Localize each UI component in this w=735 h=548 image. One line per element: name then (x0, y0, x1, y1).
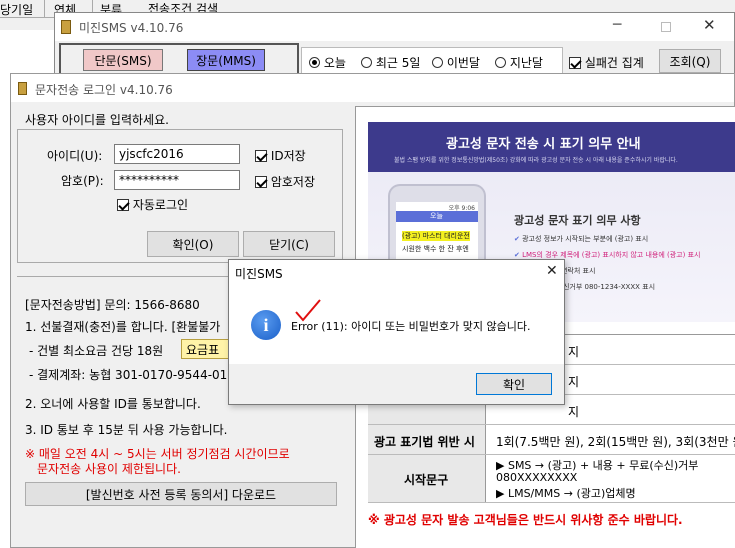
save-id-box (255, 150, 267, 162)
fee-table-button[interactable]: 요금표 (181, 339, 231, 359)
auto-login-box (117, 199, 129, 211)
phone-msg-2: 시원한 백수 한 잔 후엔 (402, 245, 469, 253)
dialog-message: Error (11): 아이디 또는 비밀번호가 맞지 않습니다. (291, 320, 531, 333)
fail-check-box (569, 57, 581, 69)
radio-this-month-label: 이번달 (446, 56, 480, 70)
start-line-2: 080XXXXXXXX (496, 471, 578, 484)
fee-line: - 건별 최소요금 건당 18원 (29, 344, 164, 358)
radio-today[interactable]: 오늘 (309, 54, 346, 71)
start-label: 시작문구 (404, 473, 449, 487)
bullet-1-text: 광고성 정보가 시작되는 부분에 (광고) 표시 (522, 235, 649, 243)
radio-this-month[interactable]: 이번달 (432, 54, 480, 71)
auto-login-label: 자동로그인 (132, 198, 189, 212)
auto-login-check[interactable]: 자동로그인 (117, 196, 188, 213)
id-input[interactable]: yjscfc2016 (114, 144, 240, 164)
maximize-icon[interactable] (661, 22, 671, 32)
save-id-label: ID저장 (270, 149, 306, 163)
radio-last-month[interactable]: 지난달 (495, 54, 543, 71)
step-1: 1. 선불결재(충전)를 합니다. [환불불가 (25, 320, 221, 334)
radio-5days[interactable]: 최근 5일 (361, 54, 420, 71)
save-pw-label: 암호저장 (270, 175, 315, 189)
fail-check-label: 실패건 집계 (584, 56, 644, 70)
check-icon: ✔ (514, 235, 520, 243)
start-line-3: ▶ LMS/MMS → (광고)업체명 (496, 487, 636, 500)
radio-last-month-indicator (495, 57, 506, 68)
spec-row-start: 시작문구 ▶ SMS → (광고) + 내용 + 무료(수신)거부 080XXX… (368, 455, 735, 503)
method-title: [문자전송방법] 문의: 1566-8680 (25, 298, 200, 312)
login-prompt: 사용자 아이디를 입력하세요. (25, 113, 169, 127)
download-button[interactable]: [발신번호 사전 등록 동의서] 다운로드 (25, 482, 337, 506)
spec-row-2-value: 지 (568, 375, 580, 389)
app-icon (61, 20, 71, 34)
spec-row-4: 광고 표기법 위반 시 1회(7.5백만 원), 2회(15백만 원), 3회(… (368, 425, 735, 455)
login-titlebar: 문자전송 로그인 v4.10.76 (11, 74, 734, 102)
id-label: 아이디(U): (47, 149, 103, 163)
warning-line-2: 문자전송 사용이 제한됩니다. (37, 462, 181, 476)
dialog-ok-button[interactable]: 확인 (476, 373, 552, 395)
login-ok-button[interactable]: 확인(O) (147, 231, 239, 257)
sms-window: 미진SMS v4.10.76 ─ ✕ 단문(SMS) 장문(MMS) 오늘 최근… (54, 12, 735, 82)
login-close-button[interactable]: 닫기(C) (243, 231, 335, 257)
tab-sms[interactable]: 단문(SMS) (83, 49, 163, 71)
info-icon: i (251, 310, 281, 340)
minimize-icon[interactable]: ─ (613, 17, 621, 33)
spec-row-4-value: 1회(7.5백만 원), 2회(15백만 원), 3회(3천만 원) (496, 435, 735, 449)
tab-mms[interactable]: 장문(MMS) (187, 49, 265, 71)
login-window-title: 문자전송 로그인 v4.10.76 (35, 83, 173, 97)
pw-input[interactable]: ********** (114, 170, 240, 190)
pw-label: 암호(P): (61, 174, 104, 188)
phone-tab: 오늘 (430, 212, 443, 220)
banner-title: 광고성 문자 전송 시 표기 의무 안내 (446, 137, 641, 152)
notice-heading: 광고성 문자 표기 의무 사항 (514, 214, 641, 227)
radio-today-label: 오늘 (323, 56, 346, 70)
close-icon[interactable]: ✕ (703, 16, 716, 34)
dialog-title: 미진SMS (235, 267, 283, 281)
radio-last-month-label: 지난달 (509, 56, 543, 70)
query-button[interactable]: 조회(Q) (659, 49, 721, 73)
spec-row-3-value: 지 (568, 405, 580, 419)
check-icon: ✔ (514, 251, 520, 259)
fail-count-check[interactable]: 실패건 집계 (569, 54, 644, 71)
bullet-1: ✔ 광고성 정보가 시작되는 부분에 (광고) 표시 (514, 234, 735, 244)
radio-this-month-indicator (432, 57, 443, 68)
banner-subtitle: 불법 스팸 방지를 위한 정보통신망법(제50조) 강화에 따라 광고성 문자 … (394, 157, 678, 164)
sms-window-title: 미진SMS v4.10.76 (79, 21, 184, 35)
login-app-icon (18, 82, 27, 95)
step-2: 2. 오너에 사용할 ID를 통보합니다. (25, 397, 201, 411)
account-line: - 결제계좌: 농협 301-0170-9544-01 진 (29, 368, 243, 382)
radio-5days-indicator (361, 57, 372, 68)
error-dialog: 미진SMS ✕ i Error (11): 아이디 또는 비밀번호가 맞지 않습… (228, 259, 565, 405)
notice-footer: ※ 광고성 문자 발송 고객님들은 반드시 위사항 준수 바랍니다. (368, 513, 683, 527)
sms-titlebar: 미진SMS v4.10.76 ─ ✕ (55, 13, 734, 41)
save-id-check[interactable]: ID저장 (255, 147, 306, 164)
step-3: 3. ID 통보 후 15분 뒤 사용 가능합니다. (25, 423, 228, 437)
back-col-1[interactable]: 당기일 (0, 1, 33, 18)
dialog-close-icon[interactable]: ✕ (546, 263, 558, 279)
bullet-2-text: LMS의 경우 제목에 (광고) 표시하지 않고 내용에 (광고) 표시 (522, 251, 701, 259)
save-pw-check[interactable]: 암호저장 (255, 173, 315, 190)
phone-msg-1: (광고) 마스터 대리운전 (402, 231, 470, 241)
spec-row-4-label: 광고 표기법 위반 시 (374, 435, 475, 449)
radio-today-indicator (309, 57, 320, 68)
red-checkmark-stroke (295, 299, 321, 322)
spec-row-1-value: 지 (568, 345, 580, 359)
save-pw-box (255, 176, 267, 188)
radio-5days-label: 최근 5일 (375, 56, 421, 70)
